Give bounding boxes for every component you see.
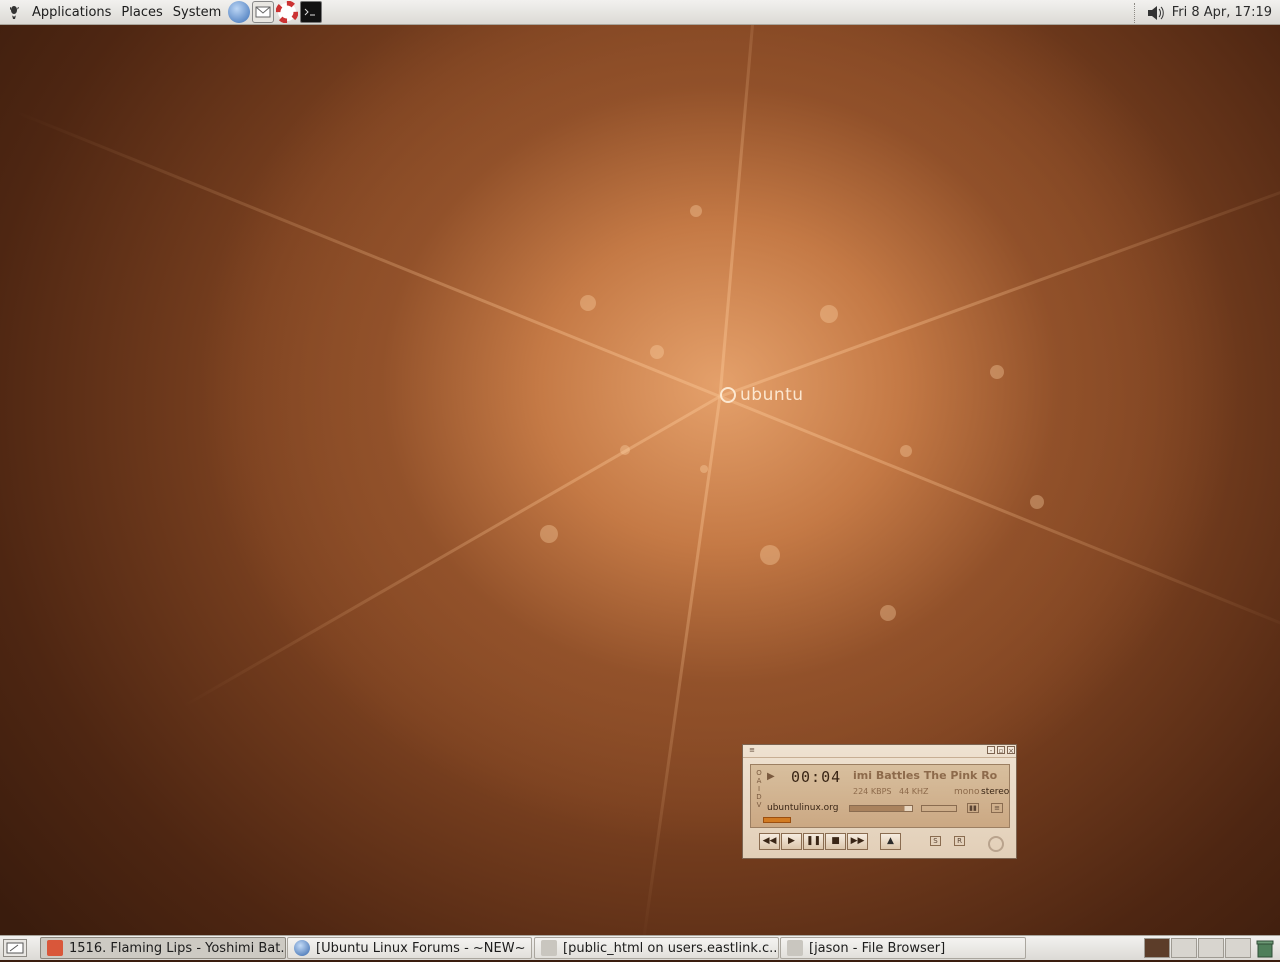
help-icon[interactable] <box>276 1 299 23</box>
player-display: O A I D V ▶ 00:04 imi Battles The Pink R… <box>750 764 1010 828</box>
wallpaper-ray <box>640 396 722 935</box>
player-shade-button[interactable]: ▫ <box>997 746 1005 755</box>
wallpaper-ray <box>718 25 766 397</box>
notification-area: Fri 8 Apr, 17:19 <box>1133 0 1280 25</box>
terminal-icon[interactable] <box>300 1 323 23</box>
sparkle <box>620 445 630 455</box>
stop-button[interactable]: ■ <box>825 833 846 850</box>
samplerate-value: 44 <box>899 787 910 796</box>
balance-slider[interactable] <box>921 805 957 812</box>
previous-button[interactable]: ◀◀ <box>759 833 780 850</box>
workspace-3[interactable] <box>1198 938 1224 958</box>
wallpaper-ray <box>719 395 1280 642</box>
wallpaper-ray <box>14 110 721 398</box>
menu-applications[interactable]: Applications <box>27 0 116 25</box>
pause-button[interactable]: ❚❚ <box>803 833 824 850</box>
stereo-indicator: stereo <box>981 787 1010 797</box>
task-label: [public_html on users.eastlink.c... <box>563 940 779 956</box>
sparkle <box>760 545 780 565</box>
song-title-marquee[interactable]: imi Battles The Pink Ro <box>853 769 1009 782</box>
bottom-panel: 1516. Flaming Lips - Yoshimi Bat... [Ubu… <box>0 935 1280 960</box>
workspace-1[interactable] <box>1144 938 1170 958</box>
play-button[interactable]: ▶ <box>781 833 802 850</box>
player-titlebar[interactable]: ≡ - ▫ × <box>743 745 1016 758</box>
workspace-2[interactable] <box>1171 938 1197 958</box>
bitrate-readout: 224 KBPS <box>853 787 891 796</box>
folder-icon <box>541 940 557 956</box>
ubuntu-circle-icon <box>720 387 736 403</box>
player-close-button[interactable]: × <box>1007 746 1015 755</box>
wallpaper-ray <box>719 155 1280 398</box>
playlist-toggle[interactable]: ≡ <box>991 803 1003 813</box>
desktop-wallpaper: ubuntu <box>0 25 1280 935</box>
samplerate-readout: 44 KHZ <box>899 787 928 796</box>
bitrate-value: 224 <box>853 787 869 796</box>
menu-places[interactable]: Places <box>116 0 167 25</box>
sparkle <box>650 345 664 359</box>
show-desktop-icon[interactable] <box>3 939 27 957</box>
eject-button[interactable]: ▲ <box>880 833 901 850</box>
workspace-4[interactable] <box>1225 938 1251 958</box>
workspace-switcher <box>1144 938 1252 958</box>
taskbar-item-file-browser[interactable]: [jason - File Browser] <box>780 937 1026 959</box>
trash-icon[interactable] <box>1255 939 1275 958</box>
player-menu-button[interactable]: ≡ <box>748 746 756 754</box>
sparkle <box>900 445 912 457</box>
next-button[interactable]: ▶▶ <box>847 833 868 850</box>
sparkle <box>690 205 702 217</box>
taskbar-item-browser[interactable]: [Ubuntu Linux Forums - ~NEW~ ... <box>287 937 532 959</box>
taskbar-item-music-player[interactable]: 1516. Flaming Lips - Yoshimi Bat... <box>40 937 286 959</box>
task-label: 1516. Flaming Lips - Yoshimi Bat... <box>69 940 286 956</box>
globe-icon <box>294 940 310 956</box>
bitrate-unit: KBPS <box>870 787 892 796</box>
mail-icon[interactable] <box>252 1 275 23</box>
player-minimize-button[interactable]: - <box>987 746 995 755</box>
browser-icon[interactable] <box>228 1 251 23</box>
clock[interactable]: Fri 8 Apr, 17:19 <box>1166 5 1280 20</box>
shuffle-toggle[interactable]: S <box>930 836 941 846</box>
volume-slider[interactable] <box>849 805 913 812</box>
top-panel: Applications Places System Fri 8 Apr, 17… <box>0 0 1280 25</box>
wallpaper-ray <box>182 395 721 708</box>
gnome-foot-icon[interactable] <box>5 3 23 21</box>
task-label: [Ubuntu Linux Forums - ~NEW~ ... <box>316 940 532 956</box>
panel-separator <box>1133 2 1138 23</box>
ubuntu-wallpaper-logo: ubuntu <box>720 385 804 405</box>
sparkle <box>880 605 896 621</box>
sparkle <box>820 305 838 323</box>
sparkle <box>990 365 1004 379</box>
folder-icon <box>787 940 803 956</box>
visualization-letters: O A I D V <box>756 769 762 809</box>
player-site-text: ubuntulinux.org <box>767 803 839 813</box>
sparkle <box>700 465 708 473</box>
task-label: [jason - File Browser] <box>809 940 946 956</box>
taskbar-item-folder-public-html[interactable]: [public_html on users.eastlink.c... <box>534 937 779 959</box>
equalizer-toggle[interactable]: ▮▮ <box>967 803 979 813</box>
player-logo-icon <box>988 836 1004 852</box>
menu-system[interactable]: System <box>168 0 226 25</box>
sparkle <box>540 525 558 543</box>
sparkle <box>580 295 596 311</box>
ubuntu-logo-text: ubuntu <box>740 385 804 405</box>
samplerate-unit: KHZ <box>911 787 929 796</box>
sparkle <box>1030 495 1044 509</box>
transport-controls: ◀◀ ▶ ❚❚ ■ ▶▶ <box>759 833 868 850</box>
volume-icon[interactable] <box>1146 4 1166 22</box>
seek-position-bar[interactable] <box>763 817 791 823</box>
player-app-icon <box>47 940 63 956</box>
elapsed-time[interactable]: 00:04 <box>791 768 841 786</box>
mono-indicator: mono <box>954 787 980 797</box>
repeat-toggle[interactable]: R <box>954 836 965 846</box>
play-state-icon: ▶ <box>767 771 775 782</box>
media-player-window[interactable]: ≡ - ▫ × O A I D V ▶ 00:04 imi Battles Th… <box>742 744 1017 859</box>
